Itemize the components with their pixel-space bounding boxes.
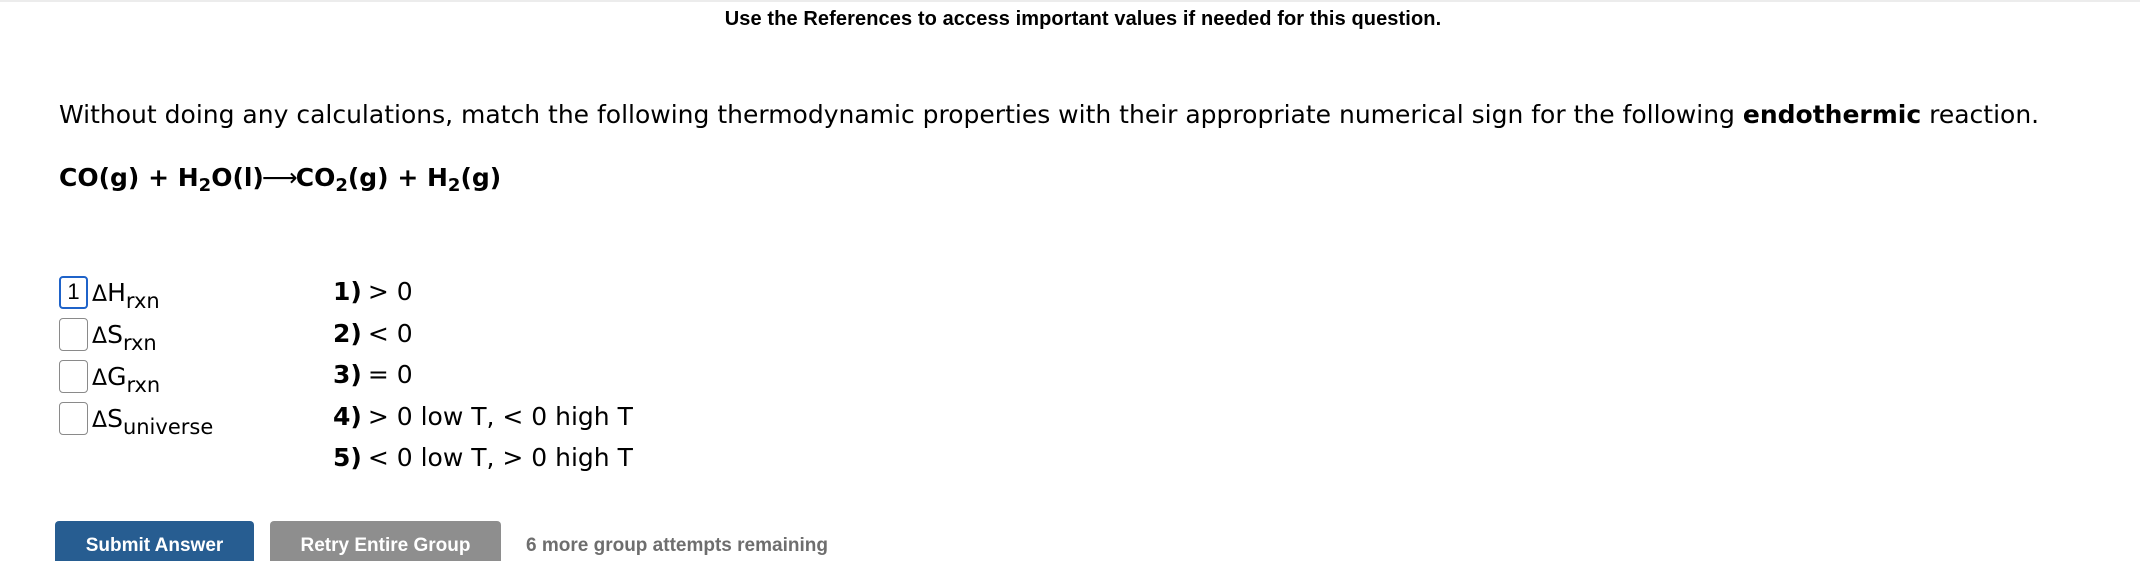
property-label: ΔHrxn: [92, 277, 160, 312]
property-symbol: S: [107, 319, 123, 349]
option-text: > 0: [367, 277, 413, 307]
co2-co: CO: [295, 163, 336, 192]
h2o-rest: O(l): [211, 163, 264, 192]
option-number: 4): [333, 401, 362, 431]
retry-entire-group-button[interactable]: Retry Entire Group: [270, 521, 501, 561]
delta-symbol: Δ: [92, 281, 108, 307]
co2-state: (g): [347, 163, 389, 192]
reactant-co: CO(g): [59, 163, 140, 192]
plus-sign: +: [388, 163, 427, 192]
option-number: 2): [333, 318, 362, 348]
option-item: 5) < 0 low T, > 0 high T: [333, 437, 633, 479]
property-subscript: rxn: [125, 288, 160, 313]
property-label: ΔGrxn: [92, 361, 160, 396]
option-text: = 0: [367, 360, 413, 390]
property-symbol: G: [107, 361, 127, 391]
delta-symbol: Δ: [92, 323, 108, 349]
property-row-delta-h-rxn: ΔHrxn: [59, 271, 213, 313]
question-emphasis: endothermic: [1742, 100, 1922, 129]
answer-input-delta-h-rxn[interactable]: [59, 275, 88, 309]
co2-subscript: 2: [335, 175, 348, 196]
question-text-end: reaction.: [1921, 100, 2040, 129]
property-subscript: rxn: [126, 372, 161, 397]
h2-state: (g): [460, 163, 502, 192]
plus-sign: +: [139, 163, 178, 192]
property-row-delta-s-rxn: ΔSrxn: [59, 313, 213, 355]
answer-input-delta-s-rxn[interactable]: [59, 317, 88, 351]
product-h2: H2(g): [426, 163, 502, 195]
sign-options-list: 1) > 0 2) < 0 3) = 0 4) > 0 low T, < 0 high …: [333, 271, 633, 479]
option-number: 3): [333, 360, 362, 390]
reactant-h2o: H2O(l): [177, 163, 264, 195]
property-row-delta-s-universe: ΔSuniverse: [59, 397, 213, 439]
attempts-remaining-text: 6 more group attempts remaining: [526, 535, 828, 556]
reaction-arrow-icon: ⟶: [261, 163, 298, 192]
submit-answer-button[interactable]: Submit Answer: [55, 521, 254, 561]
property-label: ΔSuniverse: [92, 403, 213, 438]
option-number: 1): [333, 277, 362, 307]
option-item: 1) > 0: [333, 271, 633, 313]
h2o-subscript: 2: [198, 175, 212, 196]
delta-symbol: Δ: [92, 365, 108, 391]
references-note: Use the References to access important v…: [0, 8, 2140, 31]
property-label: ΔSrxn: [92, 319, 157, 354]
property-subscript: universe: [122, 414, 214, 439]
option-item: 4) > 0 low T, < 0 high T: [333, 396, 633, 438]
property-row-delta-g-rxn: ΔGrxn: [59, 355, 213, 397]
answer-input-delta-s-universe[interactable]: [59, 401, 88, 435]
option-number: 5): [333, 443, 362, 473]
h2o-h: H: [177, 163, 199, 192]
action-bar: Submit Answer Retry Entire Group 6 more …: [55, 521, 828, 561]
option-text: < 0 low T, > 0 high T: [367, 443, 633, 473]
references-note-text: Use the References to access important v…: [724, 8, 1442, 30]
chemical-equation: CO(g) + H2O(l)⟶CO2(g) + H2(g): [59, 163, 502, 195]
answer-input-delta-g-rxn[interactable]: [59, 359, 88, 393]
property-symbol: H: [107, 277, 126, 307]
product-co2: CO2(g): [295, 163, 389, 195]
property-list: ΔHrxn ΔSrxn ΔGrxn ΔSuniverse: [59, 271, 213, 439]
option-item: 3) = 0: [333, 354, 633, 396]
h2-subscript: 2: [447, 175, 461, 196]
question-prompt: Without doing any calculations, match th…: [59, 100, 2039, 129]
question-text: Without doing any calculations, match th…: [59, 100, 1743, 129]
property-symbol: S: [107, 403, 123, 433]
option-text: > 0 low T, < 0 high T: [367, 401, 633, 431]
property-subscript: rxn: [122, 330, 157, 355]
h2-h: H: [426, 163, 448, 192]
top-divider: [0, 0, 2140, 2]
delta-symbol: Δ: [92, 407, 108, 433]
option-text: < 0: [367, 318, 413, 348]
option-item: 2) < 0: [333, 313, 633, 355]
